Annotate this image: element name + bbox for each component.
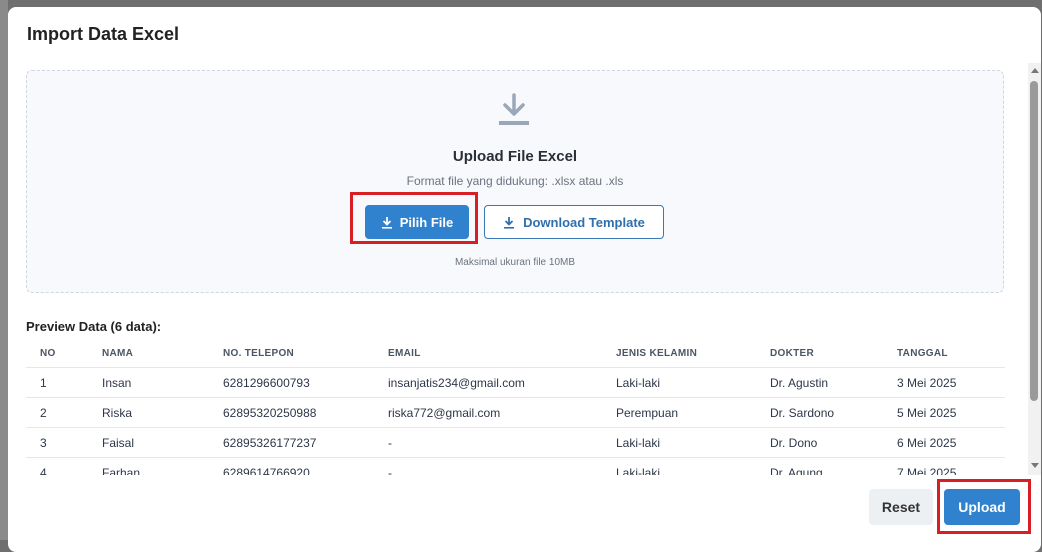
column-header: DOKTER [756, 339, 883, 368]
cell-nama: Farhan [88, 457, 209, 475]
cell-jenis-kelamin: Laki-laki [602, 427, 756, 458]
cell-telepon: 6289614766920 [209, 457, 374, 475]
scroll-down-arrow-icon[interactable] [1031, 463, 1039, 468]
scrollbar-thumb[interactable] [1030, 81, 1038, 401]
cell-tanggal: 5 Mei 2025 [883, 397, 1005, 428]
cell-dokter: Dr. Agung [756, 457, 883, 475]
cell-email: - [374, 457, 602, 475]
cell-email: - [374, 427, 602, 458]
vertical-scrollbar[interactable] [1028, 63, 1041, 475]
modal-body: Upload File Excel Format file yang diduk… [8, 63, 1028, 475]
cell-tanggal: 7 Mei 2025 [883, 457, 1005, 475]
dropzone-actions: Pilih File Download Template [27, 192, 1003, 244]
download-template-label: Download Template [523, 214, 645, 230]
upload-dropzone[interactable]: Upload File Excel Format file yang diduk… [26, 70, 1004, 293]
cell-email: riska772@gmail.com [374, 397, 602, 428]
upload-button[interactable]: Upload [944, 489, 1020, 525]
modal-backdrop [0, 0, 8, 540]
reset-button[interactable]: Reset [869, 489, 933, 525]
cell-no: 1 [26, 367, 88, 398]
table-row: 1 Insan 6281296600793 insanjatis234@gmai… [26, 367, 1005, 398]
choose-file-button[interactable]: Pilih File [365, 205, 469, 239]
preview-table: NO NAMA NO. TELEPON EMAIL JENIS KELAMIN … [26, 339, 1005, 475]
column-header: EMAIL [374, 339, 602, 368]
download-icon [504, 216, 515, 229]
cell-tanggal: 3 Mei 2025 [883, 367, 1005, 398]
import-modal: Import Data Excel Upload File Excel Form… [8, 7, 1041, 552]
cell-nama: Faisal [88, 427, 209, 458]
dropzone-format-hint: Format file yang didukung: .xlsx atau .x… [406, 174, 624, 188]
cell-dokter: Dr. Dono [756, 427, 883, 458]
max-size-note: Maksimal ukuran file 10MB [454, 257, 576, 268]
cell-tanggal: 6 Mei 2025 [883, 427, 1005, 458]
download-icon [499, 93, 529, 125]
column-header: NAMA [88, 339, 209, 368]
cell-telepon: 62895326177237 [209, 427, 374, 458]
modal-title: Import Data Excel [27, 24, 180, 44]
scroll-up-arrow-icon[interactable] [1031, 68, 1039, 73]
cell-dokter: Dr. Agustin [756, 367, 883, 398]
column-header: TANGGAL [883, 339, 1005, 368]
cell-no: 3 [26, 427, 88, 458]
dropzone-title: Upload File Excel [452, 148, 578, 165]
download-icon [381, 216, 392, 229]
cell-jenis-kelamin: Laki-laki [602, 457, 756, 475]
cell-no: 4 [26, 457, 88, 475]
choose-file-label: Pilih File [399, 214, 454, 230]
table-header-row: NO NAMA NO. TELEPON EMAIL JENIS KELAMIN … [26, 339, 1005, 368]
column-header: JENIS KELAMIN [602, 339, 756, 368]
cell-jenis-kelamin: Laki-laki [602, 367, 756, 398]
cell-telepon: 62895320250988 [209, 397, 374, 428]
table-row: 4 Farhan 6289614766920 - Laki-laki Dr. A… [26, 457, 1005, 475]
cell-dokter: Dr. Sardono [756, 397, 883, 428]
table-row: 3 Faisal 62895326177237 - Laki-laki Dr. … [26, 427, 1005, 458]
preview-title: Preview Data (6 data): [26, 319, 162, 334]
table-row: 2 Riska 62895320250988 riska772@gmail.co… [26, 397, 1005, 428]
cell-jenis-kelamin: Perempuan [602, 397, 756, 428]
column-header: NO. TELEPON [209, 339, 374, 368]
cell-telepon: 6281296600793 [209, 367, 374, 398]
cell-nama: Riska [88, 397, 209, 428]
download-template-button[interactable]: Download Template [484, 205, 664, 239]
cell-no: 2 [26, 397, 88, 428]
column-header: NO [26, 339, 88, 368]
cell-nama: Insan [88, 367, 209, 398]
cell-email: insanjatis234@gmail.com [374, 367, 602, 398]
